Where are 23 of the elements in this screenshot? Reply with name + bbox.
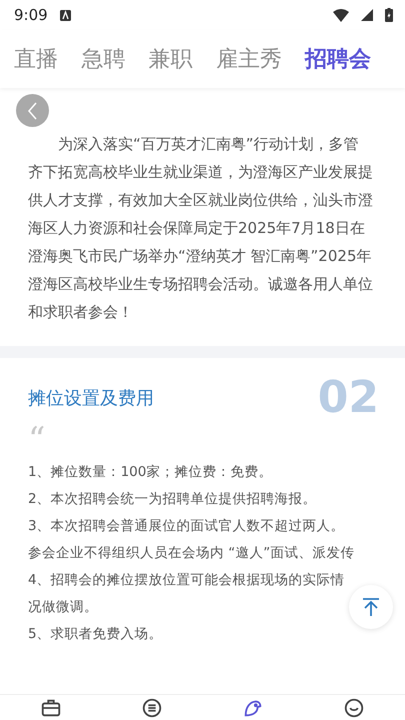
arrow-up-icon: [361, 597, 381, 617]
category-tab[interactable]: 兼职: [148, 44, 192, 74]
smiley-icon[interactable]: [343, 696, 366, 718]
section-title: 摊位设置及费用: [28, 386, 154, 410]
status-time: 9:09: [14, 6, 48, 24]
battery-icon: [385, 8, 393, 22]
notification-icon: [60, 10, 71, 20]
category-tab[interactable]: 急聘: [81, 44, 126, 74]
category-tab[interactable]: 雇主秀: [216, 44, 282, 74]
section-number: 02: [318, 372, 379, 423]
list-item-text: 4、招聘会的摊位摆放位置可能会根据现场的实际情况做微调。: [28, 571, 346, 617]
category-tab[interactable]: 直播: [14, 44, 58, 74]
chevron-left-icon: [26, 102, 40, 120]
wifi-icon: [333, 8, 349, 22]
list-item-text: 1、摊位数量：100家；摊位费：免费。: [28, 463, 274, 482]
list-item-text: 5、求职者免费入场。: [28, 625, 164, 644]
list-icon[interactable]: [140, 696, 163, 718]
list-item-text: 3、本次招聘会普通展位的面试官人数不超过两人。参会企业不得组织人员在会场内 “邀人”面试、派发传: [28, 517, 355, 563]
signal-icon: [361, 9, 373, 21]
intro-paragraph: 为深入落实“百万英才汇南粤”行动计划，多管齐下拓宽高校毕业生就业渠道，为澄海区产业发展提供人才支撑，有效加大全区就业岗位供给，汕头市澄海区人力资源和社会保障局定于2025年7月18日在澄海奥飞市民广场举办“澄纳英才 智汇南粤”2025年澄海区高校毕业生专场招聘会活动。诚邀各用人单位和求职者参会！: [28, 134, 373, 323]
list-item-text: 2、本次招聘会统一为招聘单位提供招聘海报。: [28, 490, 318, 509]
category-tab[interactable]: 招聘会: [305, 44, 371, 74]
quote-mark: “: [28, 427, 46, 453]
